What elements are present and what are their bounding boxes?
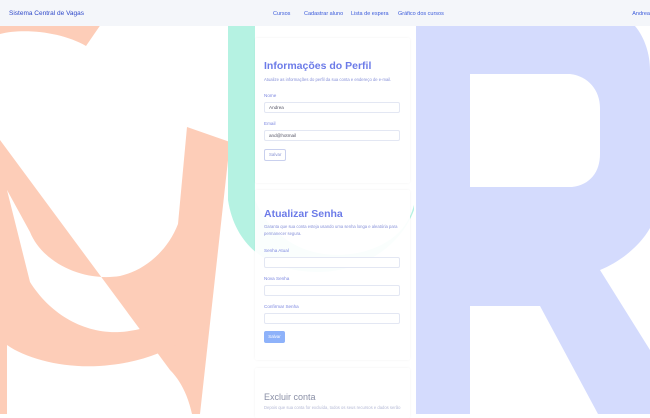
nav-link-lista-de-espera[interactable]: Lista de espera xyxy=(351,11,389,17)
update-password-title: Atualizar Senha xyxy=(264,208,343,220)
nav-link-cursos[interactable]: Cursos xyxy=(273,11,290,17)
top-navbar: Sistema Central de Vagas Cursos Cadastra… xyxy=(0,0,650,26)
brand-link[interactable]: Sistema Central de Vagas xyxy=(9,10,84,17)
password-save-button[interactable]: Salvar xyxy=(264,331,285,343)
name-label: Nome xyxy=(264,93,277,98)
new-password-field[interactable] xyxy=(264,285,400,296)
name-field[interactable]: Andrea xyxy=(264,102,400,113)
delete-account-description: Depois que sua conta for excluída, todos… xyxy=(264,405,401,410)
update-password-card: Atualizar Senha Garanta que sua conta es… xyxy=(255,190,410,360)
profile-save-button[interactable]: Salvar xyxy=(264,149,287,161)
new-password-label: Nova Senha xyxy=(264,276,290,281)
current-password-field[interactable] xyxy=(264,257,400,268)
update-password-description: Garanta que sua conta esteja usando uma … xyxy=(264,224,398,236)
profile-info-card: Informações do Perfil Atualize as inform… xyxy=(255,38,410,183)
email-label: Email xyxy=(264,121,276,126)
delete-account-title: Excluir conta xyxy=(264,392,316,402)
delete-account-card: Excluir conta Depois que sua conta for e… xyxy=(255,368,410,418)
confirm-password-label: Confirmar Senha xyxy=(264,304,299,309)
current-password-label: Senha Atual xyxy=(264,248,289,253)
profile-info-description: Atualize as informações do perfil da sua… xyxy=(264,77,392,82)
nav-link-cadastrar-aluno[interactable]: Cadastrar aluno xyxy=(304,11,343,17)
user-menu[interactable]: Andrea xyxy=(632,11,650,17)
nav-link-grafico-dos-cursos[interactable]: Gráfico dos cursos xyxy=(398,11,444,17)
confirm-password-field[interactable] xyxy=(264,313,400,324)
profile-info-title: Informações do Perfil xyxy=(264,60,372,72)
email-field[interactable]: and@hotmail xyxy=(264,130,400,141)
